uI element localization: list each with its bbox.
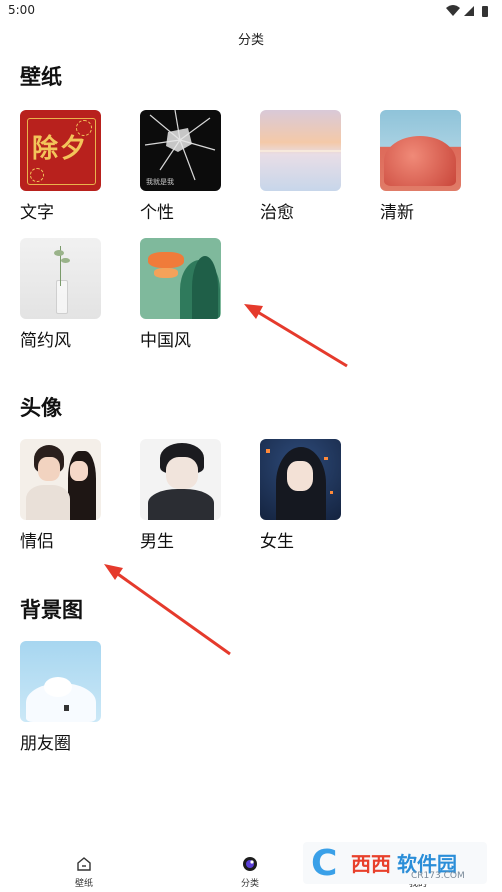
category-tile-fresh[interactable]: 清新 [380, 110, 461, 223]
section-title-avatar: 头像 [20, 396, 62, 420]
nav-item-wallpaper[interactable]: 壁纸 [54, 844, 114, 892]
category-tile-couple[interactable]: 情侣 [20, 439, 101, 552]
status-icons [446, 5, 488, 17]
wifi-icon [446, 5, 460, 16]
category-label: 清新 [380, 203, 414, 223]
category-tile-healing[interactable]: 治愈 [260, 110, 341, 223]
category-label: 简约风 [20, 331, 71, 351]
watermark-logo: C [311, 843, 338, 884]
thumb-chinese-style [140, 238, 221, 319]
nav-label: 壁纸 [74, 879, 93, 889]
thumb-girl [260, 439, 341, 520]
category-tile-girl[interactable]: 女生 [260, 439, 341, 552]
category-label: 治愈 [260, 203, 294, 223]
category-label: 朋友圈 [20, 734, 71, 754]
battery-icon [482, 6, 488, 17]
thumb-healing [260, 110, 341, 191]
watermark-brand: 西西 [351, 852, 391, 876]
category-label: 男生 [140, 532, 174, 552]
watermark: C 西西 软件园 CR173.COM [303, 842, 487, 884]
thumb-fresh [380, 110, 461, 191]
thumb-moments [20, 641, 101, 722]
thumb-boy [140, 439, 221, 520]
category-tile-personality[interactable]: 我就是我 个性 [140, 110, 221, 223]
section-title-wallpaper: 壁纸 [20, 65, 62, 89]
category-label: 文字 [20, 203, 54, 223]
category-tile-minimal[interactable]: 简约风 [20, 238, 101, 351]
category-tile-boy[interactable]: 男生 [140, 439, 221, 552]
status-time: 5:00 [8, 3, 35, 17]
thumb-minimal [20, 238, 101, 319]
thumb-personality: 我就是我 [140, 110, 221, 191]
annotation-arrow-couple [104, 564, 231, 656]
category-label: 个性 [140, 203, 174, 223]
section-title-background: 背景图 [20, 598, 83, 622]
thumb-gexing-caption: 我就是我 [146, 178, 174, 186]
status-bar: 5:00 [0, 0, 502, 24]
annotation-arrow-chinese-style [244, 304, 348, 368]
category-label: 女生 [260, 532, 294, 552]
category-tile-moments[interactable]: 朋友圈 [20, 641, 101, 754]
signal-icon [464, 6, 474, 16]
nav-item-category[interactable]: 分类 [220, 844, 280, 892]
category-label: 情侣 [20, 532, 54, 552]
category-label: 中国风 [140, 331, 191, 351]
watermark-url: CR173.COM [411, 871, 465, 881]
thumb-couple [20, 439, 101, 520]
nav-label: 分类 [240, 879, 259, 889]
category-tile-text[interactable]: 除夕 文字 [20, 110, 101, 223]
category-icon [243, 857, 257, 871]
thumb-text: 除夕 [20, 110, 101, 191]
page-title: 分类 [237, 33, 264, 48]
category-tile-chinese-style[interactable]: 中国风 [140, 238, 221, 351]
home-icon [77, 857, 91, 871]
